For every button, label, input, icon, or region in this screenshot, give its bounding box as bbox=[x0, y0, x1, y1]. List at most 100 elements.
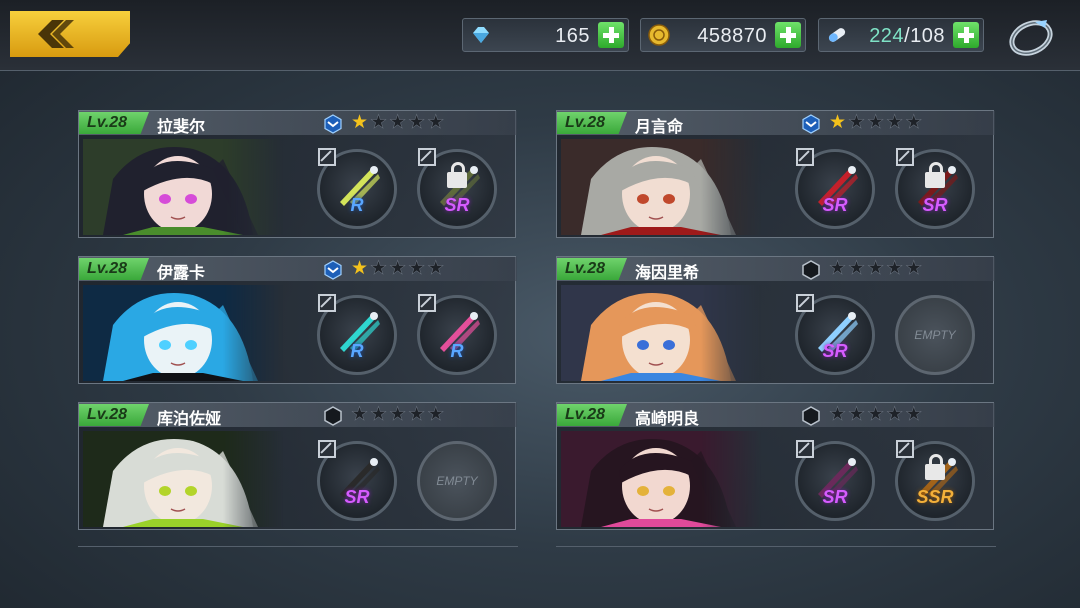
rarity-label: SR bbox=[444, 195, 470, 215]
character-name: 月言命 bbox=[635, 119, 684, 136]
character-portrait bbox=[83, 431, 283, 527]
level-badge: Lv.28 bbox=[557, 404, 627, 426]
equipment-slot[interactable]: R bbox=[317, 148, 397, 229]
portrait-frame bbox=[83, 431, 283, 527]
level-badge: Lv.28 bbox=[79, 258, 149, 280]
equipment-slot[interactable]: SR bbox=[895, 148, 975, 229]
portrait-frame bbox=[561, 431, 761, 527]
star-empty-icon: ★ bbox=[829, 258, 849, 279]
character-portrait bbox=[561, 285, 761, 381]
character-portrait bbox=[561, 431, 761, 527]
character-card[interactable]: Lv.28 月言命 ★★★★★ SR SR bbox=[556, 110, 995, 238]
back-button[interactable] bbox=[10, 11, 130, 57]
star-empty-icon: ★ bbox=[886, 258, 906, 279]
stamina-max: /108 bbox=[904, 25, 945, 47]
equipment-slot[interactable]: SR bbox=[317, 440, 397, 521]
rarity-label: SR bbox=[344, 487, 370, 507]
equipment-slot[interactable]: R bbox=[417, 294, 497, 375]
portrait-frame bbox=[83, 139, 283, 235]
rank-hexagon-icon bbox=[802, 260, 820, 280]
star-empty-icon: ★ bbox=[370, 112, 390, 133]
back-arrow-icon bbox=[38, 20, 74, 48]
star-empty-icon: ★ bbox=[351, 404, 371, 425]
stamina-amount: 224/108 bbox=[869, 25, 945, 48]
character-card[interactable]: Lv.28 伊露卡 ★★★★★ R R bbox=[78, 256, 517, 384]
star-filled-icon: ★ bbox=[829, 112, 849, 133]
level-badge: Lv.28 bbox=[557, 258, 627, 280]
star-empty-icon: ★ bbox=[829, 404, 849, 425]
equipment-slot-empty[interactable]: EMPTY bbox=[417, 441, 497, 521]
add-stamina-button[interactable] bbox=[953, 22, 979, 48]
level-badge: Lv.28 bbox=[79, 112, 149, 134]
star-empty-icon: ★ bbox=[905, 112, 925, 133]
equipment-slot[interactable]: SR bbox=[795, 148, 875, 229]
crystal-counter: 165 bbox=[462, 18, 629, 52]
rarity-label: R bbox=[450, 341, 464, 361]
equipment-slot[interactable]: SSR bbox=[895, 440, 975, 521]
ring-menu-button[interactable] bbox=[1005, 14, 1057, 58]
portrait-frame bbox=[83, 285, 283, 381]
portrait-frame bbox=[561, 285, 761, 381]
top-bar: 165 458870 224/108 bbox=[0, 0, 1080, 71]
lock-icon bbox=[447, 162, 467, 188]
star-filled-icon: ★ bbox=[351, 112, 371, 133]
equipment-slot[interactable]: SR bbox=[795, 440, 875, 521]
level-badge: Lv.28 bbox=[79, 404, 149, 426]
equipment-slot[interactable]: SR bbox=[795, 294, 875, 375]
star-empty-icon: ★ bbox=[867, 112, 887, 133]
equipment-slot[interactable]: R bbox=[317, 294, 397, 375]
star-empty-icon: ★ bbox=[408, 258, 428, 279]
list-divider bbox=[556, 546, 996, 557]
portrait-frame bbox=[561, 139, 761, 235]
star-rating: ★★★★★ bbox=[829, 112, 925, 133]
stamina-current: 224 bbox=[869, 25, 905, 47]
star-empty-icon: ★ bbox=[886, 112, 906, 133]
gold-amount: 458870 bbox=[697, 25, 767, 47]
star-empty-icon: ★ bbox=[848, 404, 868, 425]
equipment-slot-empty[interactable]: EMPTY bbox=[895, 295, 975, 375]
star-empty-icon: ★ bbox=[370, 404, 390, 425]
star-empty-icon: ★ bbox=[848, 258, 868, 279]
star-empty-icon: ★ bbox=[370, 258, 390, 279]
star-rating: ★★★★★ bbox=[829, 258, 925, 279]
star-empty-icon: ★ bbox=[905, 258, 925, 279]
star-empty-icon: ★ bbox=[389, 112, 409, 133]
rank-hexagon-icon bbox=[802, 406, 820, 426]
star-empty-icon: ★ bbox=[427, 258, 447, 279]
star-empty-icon: ★ bbox=[408, 112, 428, 133]
character-portrait bbox=[83, 139, 283, 235]
star-empty-icon: ★ bbox=[389, 258, 409, 279]
empty-label: EMPTY bbox=[914, 328, 956, 342]
rarity-label: SSR bbox=[916, 487, 954, 507]
lock-icon bbox=[925, 162, 945, 188]
star-rating: ★★★★★ bbox=[829, 404, 925, 425]
rank-chevron-icon bbox=[802, 114, 820, 134]
lock-icon bbox=[925, 454, 945, 480]
star-filled-icon: ★ bbox=[351, 258, 371, 279]
star-empty-icon: ★ bbox=[408, 404, 428, 425]
add-crystals-button[interactable] bbox=[598, 22, 624, 48]
gold-coin-icon bbox=[648, 24, 670, 46]
star-empty-icon: ★ bbox=[905, 404, 925, 425]
star-empty-icon: ★ bbox=[427, 112, 447, 133]
add-gold-button[interactable] bbox=[775, 22, 801, 48]
rarity-label: R bbox=[350, 195, 364, 215]
gold-counter: 458870 bbox=[640, 18, 806, 52]
character-card[interactable]: Lv.28 海因里希 ★★★★★ SR EMPTY bbox=[556, 256, 995, 384]
character-card[interactable]: Lv.28 拉斐尔 ★★★★★ R SR bbox=[78, 110, 517, 238]
star-empty-icon: ★ bbox=[867, 258, 887, 279]
star-empty-icon: ★ bbox=[427, 404, 447, 425]
star-empty-icon: ★ bbox=[389, 404, 409, 425]
character-card[interactable]: Lv.28 高崎明良 ★★★★★ SR SSR bbox=[556, 402, 995, 530]
rank-chevron-icon bbox=[324, 114, 342, 134]
rarity-label: R bbox=[350, 341, 364, 361]
equipment-slot[interactable]: SR bbox=[417, 148, 497, 229]
star-rating: ★★★★★ bbox=[351, 404, 447, 425]
rarity-label: SR bbox=[922, 195, 948, 215]
rank-chevron-icon bbox=[324, 260, 342, 280]
rarity-label: SR bbox=[822, 341, 848, 361]
star-empty-icon: ★ bbox=[867, 404, 887, 425]
star-empty-icon: ★ bbox=[848, 112, 868, 133]
ring-icon bbox=[1009, 20, 1053, 56]
character-card[interactable]: Lv.28 库泊佐娅 ★★★★★ SR EMPTY bbox=[78, 402, 517, 530]
